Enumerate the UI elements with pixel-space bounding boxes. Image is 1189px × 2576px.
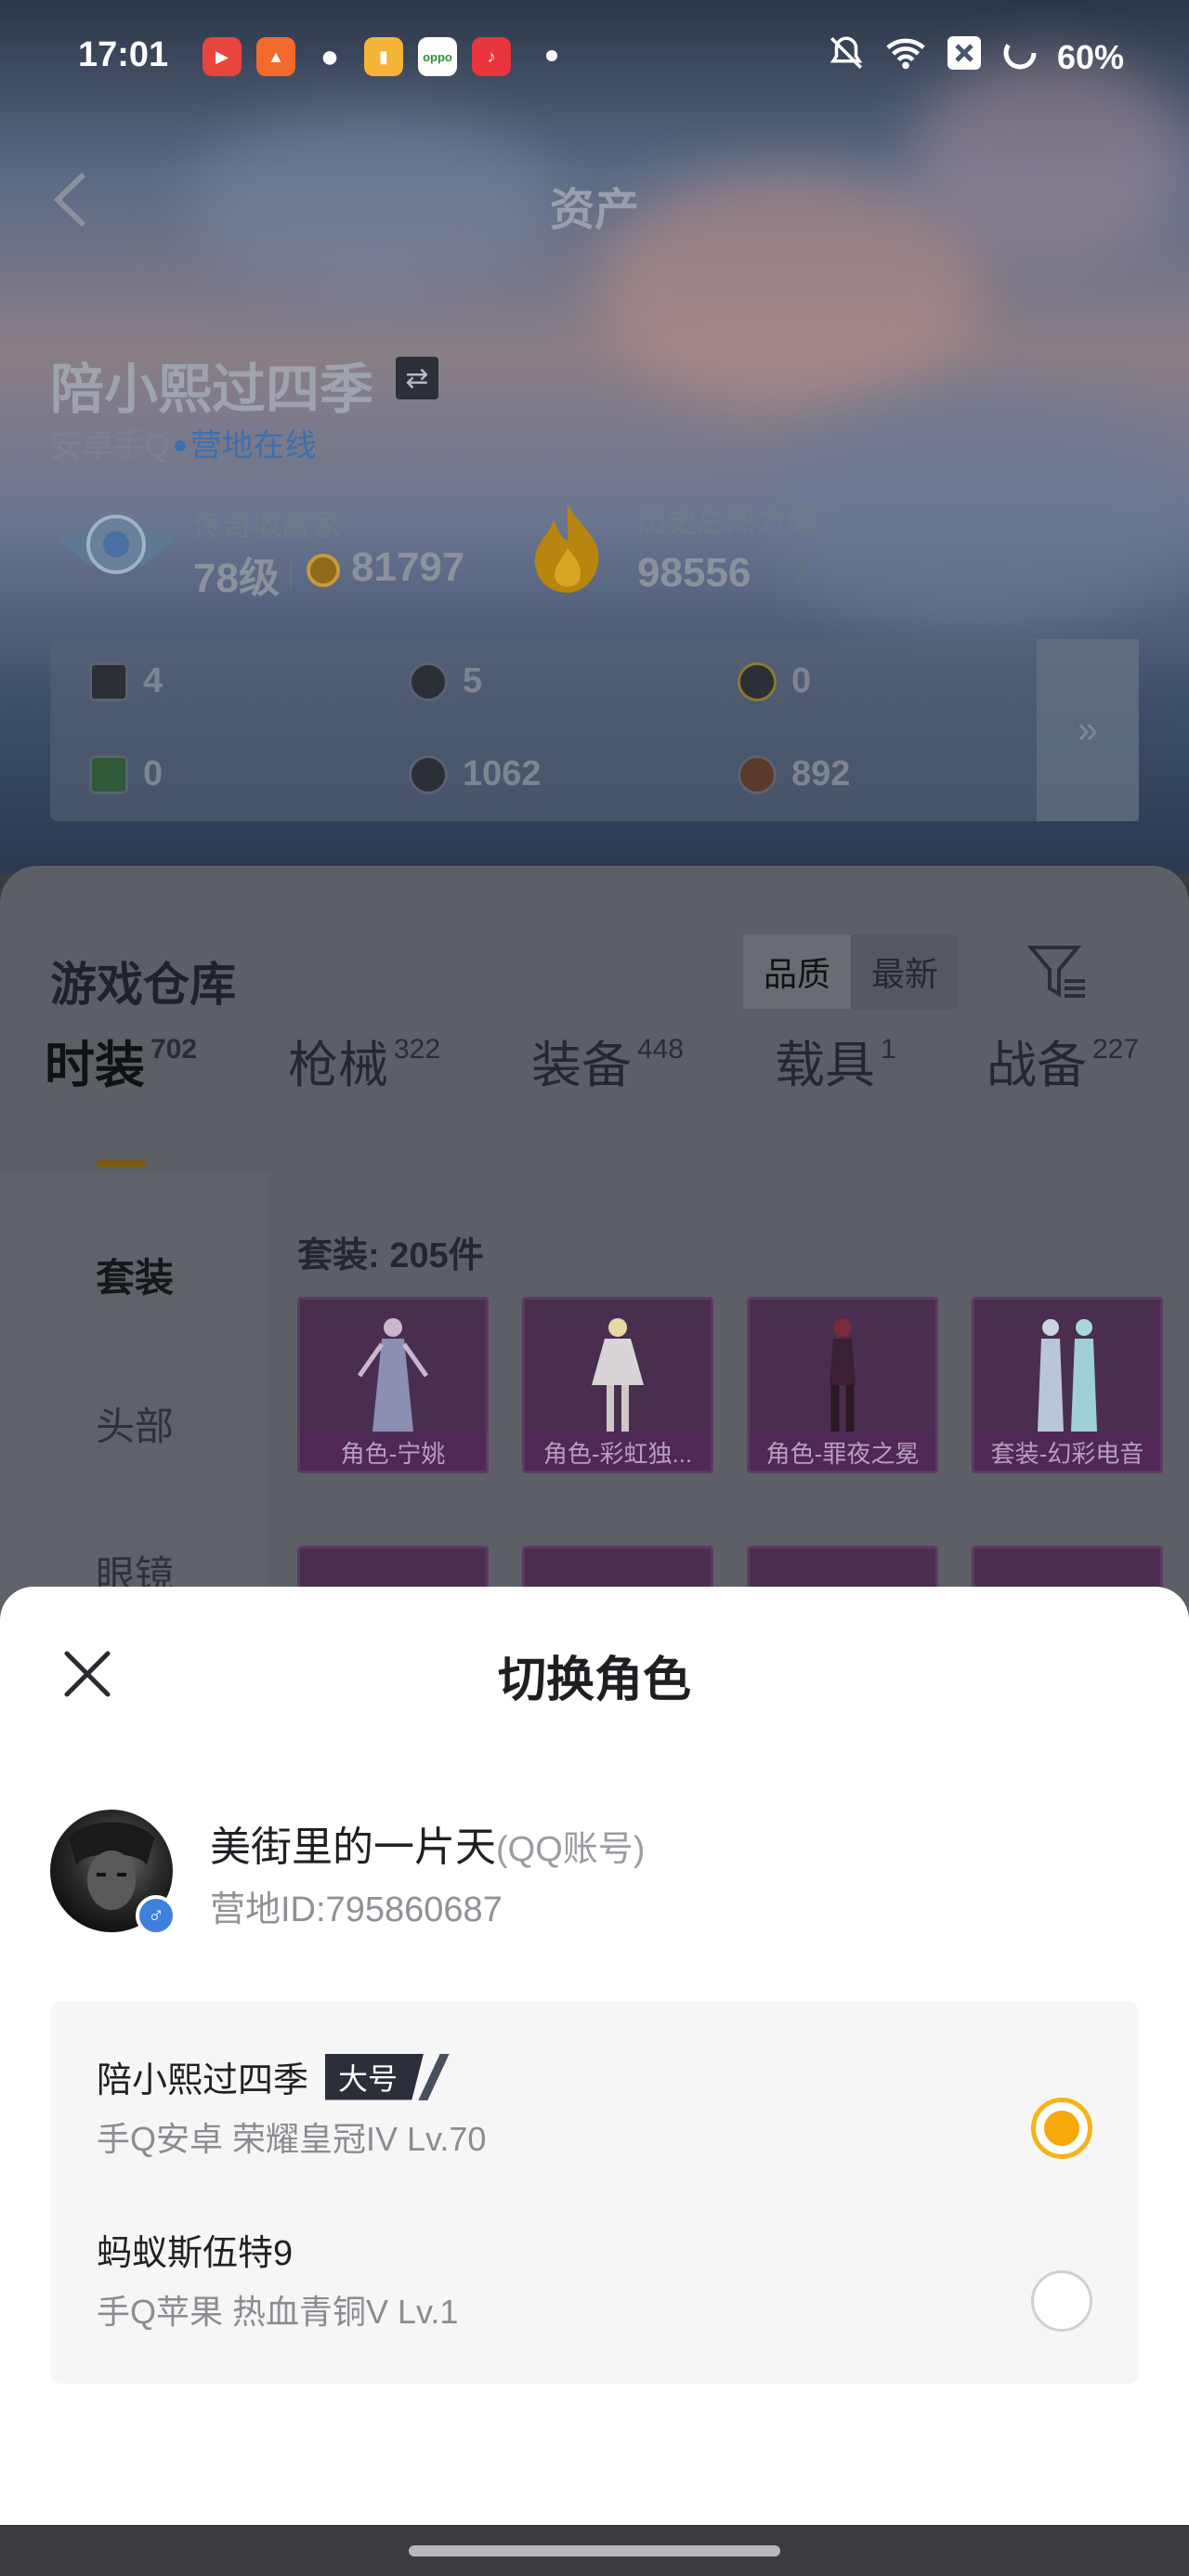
stat-item: 1062 xyxy=(409,754,542,794)
tab-vehicles[interactable]: 载具 1 xyxy=(775,1024,896,1097)
flame-icon xyxy=(534,505,599,593)
battery-icon xyxy=(1001,34,1039,80)
tab-equipment[interactable]: 装备 448 xyxy=(531,1024,684,1097)
online-dot-icon xyxy=(175,440,187,452)
role-item[interactable]: 蚂蚁斯伍特9 手Q苹果 热血青铜V Lv.1 xyxy=(97,2224,1092,2391)
item-card[interactable]: 角色-罪夜之冕 xyxy=(747,1297,938,1473)
item-label: 角色-彩虹独... xyxy=(525,1433,711,1471)
player-name: 陪小熙过四季 xyxy=(50,360,374,420)
green-card-icon xyxy=(89,754,128,794)
sidebar-item-sets[interactable]: 套装 xyxy=(0,1247,269,1303)
role-info: 手Q苹果 热血青铜V Lv.1 xyxy=(97,2293,459,2331)
item-label: 角色-宁姚 xyxy=(300,1433,486,1471)
oppo-app-icon: oppo xyxy=(418,37,457,76)
status-time: 17:01 xyxy=(78,35,169,74)
stat-item: 0 xyxy=(89,754,163,794)
character-figure-icon xyxy=(357,1318,429,1432)
role-radio[interactable] xyxy=(1031,2270,1092,2332)
heat-title: 历史总热力值 xyxy=(637,504,817,538)
account-name: 美街里的一片天(QQ账号) xyxy=(210,1824,646,1870)
item-card[interactable] xyxy=(522,1546,713,1592)
item-card[interactable]: 角色-宁姚 xyxy=(297,1297,489,1473)
card-icon xyxy=(89,661,128,701)
character-figure-icon xyxy=(592,1318,644,1432)
asset-stats-card[interactable]: 4 5 0 0 1062 892 » xyxy=(50,639,1139,821)
coin-icon xyxy=(307,554,340,587)
status-bar: 17:01 ▶ ▲ ● ▮ oppo ♪ 60% xyxy=(0,0,1189,111)
asset-header: 17:01 ▶ ▲ ● ▮ oppo ♪ 60% 资产 陪小熙过四季 ⇄ 安卓手… xyxy=(0,0,1189,873)
item-card[interactable]: 套装-幻彩电音 xyxy=(972,1297,1163,1473)
role-name: 蚂蚁斯伍特9 xyxy=(97,2234,294,2273)
page-title: 资产 xyxy=(549,186,639,235)
video-app-icon: ▶ xyxy=(203,37,242,76)
tab-fashion[interactable]: 时装 702 xyxy=(45,1024,197,1097)
bronze-coin-icon xyxy=(738,754,777,794)
sim-off-icon xyxy=(946,34,983,80)
stat-item: 892 xyxy=(738,754,850,794)
character-figure-icon xyxy=(830,1318,856,1432)
warehouse-title: 游戏仓库 xyxy=(50,959,236,1011)
role-name: 陪小熙过四季 xyxy=(97,2061,309,2100)
heat-value: 98556 xyxy=(637,550,751,595)
badge-slash xyxy=(418,2053,450,2100)
role-item[interactable]: 陪小熙过四季 大号 手Q安卓 荣耀皇冠IV Lv.70 xyxy=(97,2051,1092,2218)
notification-dot xyxy=(546,50,557,61)
wechat-icon: ● xyxy=(320,38,340,74)
wifi-icon xyxy=(884,33,927,81)
tab-supplies[interactable]: 战备 227 xyxy=(986,1024,1139,1097)
chevron-right-double-icon[interactable]: » xyxy=(1037,639,1139,821)
male-icon: ♂ xyxy=(136,1895,176,1936)
sort-toggle: 品质 最新 xyxy=(743,935,959,1009)
set-count: 套装: 205件 xyxy=(297,1236,484,1275)
role-radio-selected[interactable] xyxy=(1031,2098,1092,2159)
active-tab-indicator xyxy=(97,1159,147,1167)
status-right: 60% xyxy=(827,33,1124,81)
photo-app-icon: ▲ xyxy=(256,37,295,76)
main-account-badge: 大号 xyxy=(325,2053,425,2100)
help-icon[interactable]: ? xyxy=(791,556,808,590)
sort-quality-button[interactable]: 品质 xyxy=(743,935,851,1009)
camp-id: 营地ID:795860687 xyxy=(210,1890,503,1929)
status-app-icons: ▶ ▲ ● ▮ oppo ♪ xyxy=(203,37,511,76)
item-card[interactable] xyxy=(972,1546,1163,1592)
sheet-title: 切换角色 xyxy=(497,1654,691,1707)
rank-badge-icon xyxy=(56,515,176,574)
home-indicator[interactable] xyxy=(409,2545,780,2556)
music-app-icon: ♪ xyxy=(472,37,511,76)
role-info: 手Q安卓 荣耀皇冠IV Lv.70 xyxy=(97,2120,487,2158)
switch-role-icon[interactable]: ⇄ xyxy=(396,357,438,399)
sidebar-item-head[interactable]: 头部 xyxy=(0,1395,269,1452)
item-label: 角色-罪夜之冕 xyxy=(750,1433,935,1471)
rank-level: 78级 xyxy=(193,556,280,601)
stat-item: 5 xyxy=(409,661,482,701)
item-card[interactable]: 角色-彩虹独... xyxy=(522,1297,713,1473)
switch-role-sheet: 切换角色 ♂ 美街里的一片天(QQ账号) 营地ID:795860687 陪小熙过… xyxy=(0,1587,1189,2525)
coin-value: 81797 xyxy=(351,544,465,590)
notes-app-icon: ▮ xyxy=(364,37,403,76)
mute-icon xyxy=(827,33,866,81)
gold-coin-icon xyxy=(738,661,777,701)
filter-icon[interactable] xyxy=(1027,942,1089,1003)
item-card[interactable] xyxy=(297,1546,489,1592)
rank-title: 传奇收藏家 xyxy=(193,508,343,542)
online-status: 营地在线 xyxy=(189,428,317,464)
character-figure-icon xyxy=(1038,1319,1097,1432)
silver-coin-icon xyxy=(409,661,448,701)
tab-guns[interactable]: 枪械 322 xyxy=(288,1024,440,1097)
sort-newest-button[interactable]: 最新 xyxy=(851,935,959,1009)
item-label: 套装-幻彩电音 xyxy=(974,1433,1160,1471)
role-list: 陪小熙过四季 大号 手Q安卓 荣耀皇冠IV Lv.70 蚂蚁斯伍特9 手Q苹果 … xyxy=(50,2001,1139,2384)
account-type: (QQ账号) xyxy=(496,1830,646,1869)
dark-coin-icon xyxy=(409,754,448,794)
platform-label: 安卓手Q xyxy=(50,428,170,464)
rank-divider xyxy=(290,554,292,589)
stat-item: 4 xyxy=(89,661,163,701)
stat-item: 0 xyxy=(738,661,811,701)
platform-line: 安卓手Q 营地在线 xyxy=(50,420,316,465)
item-card[interactable] xyxy=(747,1546,938,1592)
battery-level: 60% xyxy=(1056,37,1124,76)
